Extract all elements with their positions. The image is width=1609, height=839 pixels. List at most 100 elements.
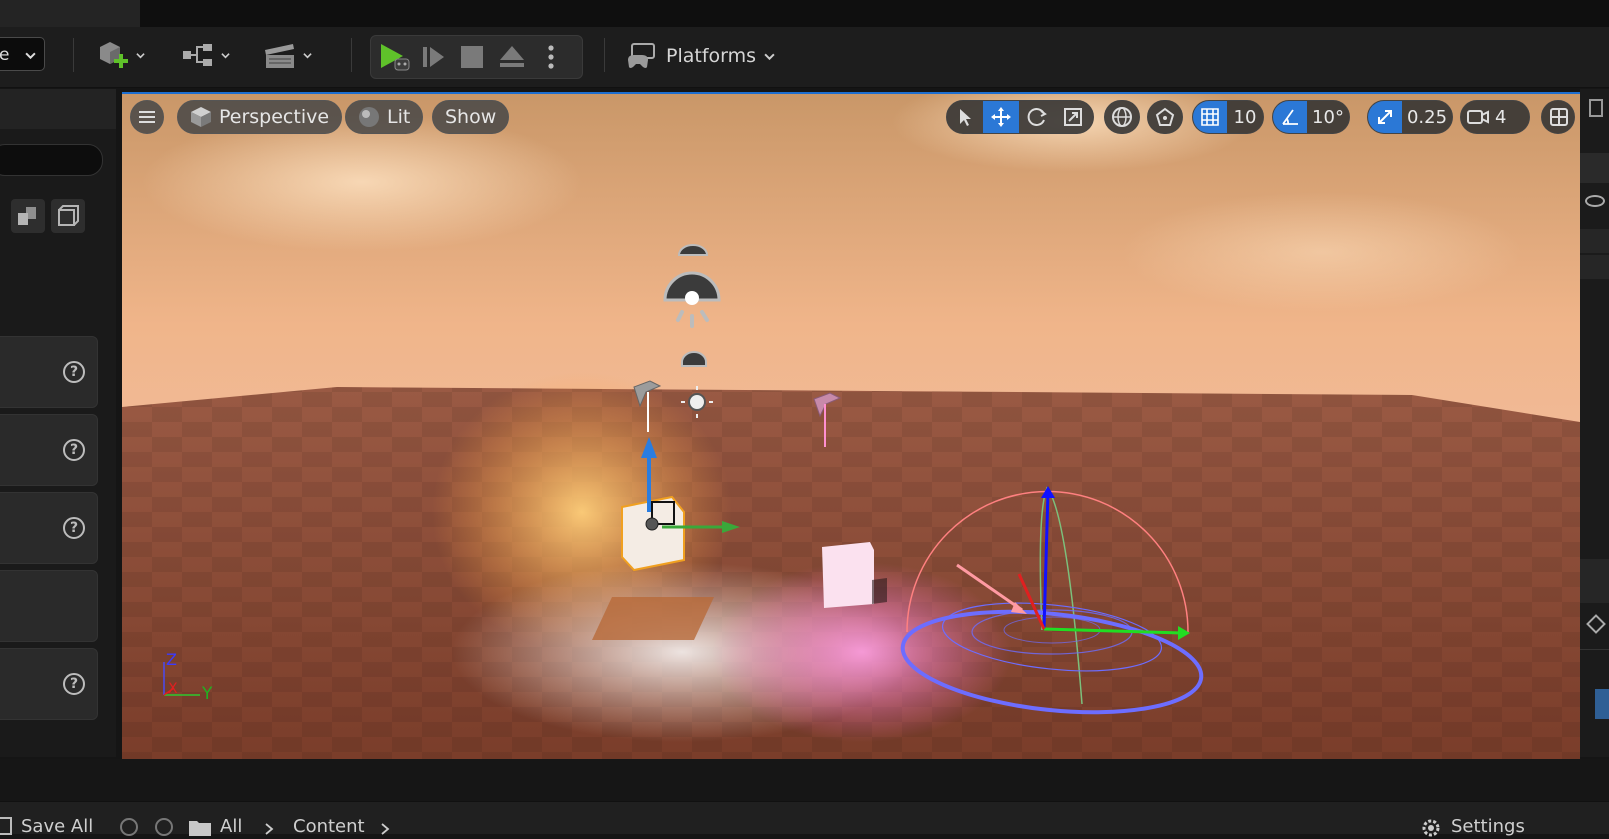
perspective-label: Perspective	[219, 106, 330, 128]
rotate-mode-button[interactable]	[1019, 101, 1055, 133]
coordinate-system-button[interactable]	[1104, 100, 1140, 134]
outliner-row[interactable]	[1580, 229, 1609, 253]
folder-icon	[189, 821, 211, 836]
rotation-snap-value[interactable]: 10°	[1307, 101, 1349, 133]
show-button[interactable]: Show	[432, 100, 510, 134]
shapes-icon	[18, 207, 36, 225]
panel-card[interactable]: ?	[0, 648, 98, 720]
play-options-button[interactable]	[541, 40, 561, 74]
viewport-focus-edge	[122, 92, 1580, 94]
cube-icon	[191, 107, 211, 127]
lit-label: Lit	[387, 106, 411, 128]
coordinate-system-inner	[1105, 101, 1139, 133]
outliner-row[interactable]	[1580, 255, 1609, 279]
advance-frame-button[interactable]	[419, 43, 449, 71]
add-actor-button[interactable]	[96, 39, 145, 71]
scale-snap-icon	[1378, 110, 1392, 124]
scale-mode-button[interactable]	[1055, 101, 1091, 133]
play-icon	[381, 44, 410, 71]
show-label: Show	[445, 106, 497, 128]
main-toolbar: e Platforms	[0, 27, 1609, 88]
eye-icon[interactable]	[1585, 195, 1605, 207]
grid-snap-value[interactable]: 10	[1227, 101, 1263, 133]
level-viewport[interactable]: Z X Y Perspective Lit Show 10 10° 0.25 4	[122, 92, 1580, 759]
rotation-snap-control[interactable]: 10°	[1272, 100, 1350, 134]
select-mode-button[interactable]	[947, 101, 983, 133]
viewport-menu-icon	[139, 111, 155, 123]
grid-icon	[1201, 108, 1219, 126]
panel-divider	[1580, 649, 1609, 650]
eject-button[interactable]	[497, 43, 527, 71]
volumes-category-button[interactable]	[51, 199, 85, 233]
chevron-right-icon	[265, 823, 274, 835]
cinematics-button[interactable]	[263, 39, 312, 71]
platforms-button[interactable]: Platforms	[626, 41, 775, 71]
edit-icon[interactable]	[1586, 614, 1606, 634]
world-icon	[1112, 107, 1132, 127]
perspective-button[interactable]: Perspective	[177, 100, 343, 134]
help-icon[interactable]: ?	[63, 673, 85, 695]
panel-icon[interactable]	[1589, 99, 1603, 117]
settings-button[interactable]: Settings	[1451, 816, 1525, 837]
surface-snap-icon	[1155, 107, 1175, 126]
help-icon[interactable]: ?	[63, 439, 85, 461]
panel-card[interactable]	[0, 570, 98, 642]
chevron-down-icon	[221, 52, 230, 58]
scene-render	[122, 92, 1580, 759]
play-button[interactable]	[377, 42, 411, 72]
scale-snap-toggle[interactable]	[1368, 101, 1402, 133]
toolbar-separator	[351, 38, 352, 72]
search-input[interactable]	[0, 144, 103, 176]
outliner-header	[1580, 153, 1609, 183]
view-mode-button[interactable]: Lit	[345, 100, 424, 134]
grid-snap-control[interactable]: 10	[1192, 100, 1264, 134]
chevron-down-icon	[303, 52, 312, 58]
level-tab[interactable]	[0, 0, 140, 27]
platforms-label: Platforms	[666, 45, 757, 67]
translate-icon	[991, 107, 1011, 127]
transform-tools	[946, 100, 1094, 134]
outliner-footer	[1580, 559, 1609, 603]
title-strip	[0, 0, 1609, 27]
mode-select-label: e	[0, 45, 10, 65]
camera-speed-value[interactable]: 4	[1495, 101, 1529, 133]
outliner-panel	[1580, 89, 1609, 757]
rotate-icon	[1027, 108, 1047, 126]
select-icon	[960, 109, 971, 126]
breadcrumb-all[interactable]: All	[220, 816, 242, 837]
grid-snap-toggle[interactable]	[1193, 101, 1227, 133]
shapes-category-button[interactable]	[11, 199, 45, 233]
surface-snap-button[interactable]	[1147, 100, 1183, 134]
axis-y-label: Y	[202, 684, 213, 704]
panel-card[interactable]: ?	[0, 492, 98, 564]
save-all-button[interactable]: Save All	[21, 816, 93, 837]
help-icon[interactable]: ?	[63, 361, 85, 383]
advance-frame-icon	[423, 47, 444, 67]
volume-icon	[58, 205, 79, 226]
details-badge[interactable]	[1595, 689, 1609, 719]
chevron-down-icon	[136, 52, 145, 58]
breadcrumb-content[interactable]: Content	[293, 816, 365, 837]
stop-button[interactable]	[459, 44, 485, 70]
scale-icon	[1064, 108, 1082, 126]
scale-snap-control[interactable]: 0.25	[1367, 100, 1453, 134]
camera-speed-control[interactable]: 4	[1460, 100, 1530, 134]
translate-mode-button[interactable]	[983, 101, 1019, 133]
stop-icon	[461, 46, 483, 68]
cinematics-icon	[265, 44, 294, 68]
viewport-menu-button[interactable]	[130, 100, 164, 134]
play-controls	[370, 35, 583, 79]
forward-icon[interactable]	[155, 818, 173, 836]
help-icon[interactable]: ?	[63, 517, 85, 539]
mode-select[interactable]: e	[0, 37, 45, 71]
scale-snap-value[interactable]: 0.25	[1402, 101, 1452, 133]
rotation-snap-toggle[interactable]	[1273, 101, 1307, 133]
panel-card[interactable]: ?	[0, 414, 98, 486]
back-icon[interactable]	[120, 818, 138, 836]
panel-card[interactable]: ?	[0, 336, 98, 408]
blueprint-button[interactable]	[181, 39, 230, 71]
gear-icon	[1422, 819, 1440, 837]
axis-x-label: X	[168, 681, 178, 697]
viewport-layout-button[interactable]	[1541, 100, 1575, 134]
surface-snap-inner	[1148, 101, 1182, 133]
